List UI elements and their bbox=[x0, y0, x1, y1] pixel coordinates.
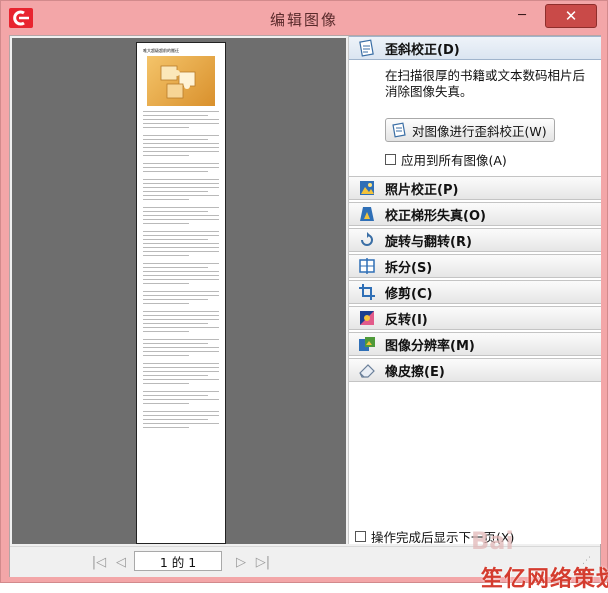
rotate-icon bbox=[357, 231, 377, 249]
section-label: 反转(I) bbox=[385, 312, 428, 328]
section-resolution[interactable]: 图像分辨率(M) bbox=[349, 332, 601, 356]
section-keystone-correction[interactable]: 校正梯形失真(O) bbox=[349, 202, 601, 226]
section-label: 旋转与翻转(R) bbox=[385, 234, 472, 250]
skew-panel: 在扫描很厚的书籍或文本数码相片后消除图像失真。 对图像进行歪斜校正(W) 应用到… bbox=[349, 60, 601, 180]
puzzle-image bbox=[147, 56, 215, 106]
last-page-button[interactable]: ▷| bbox=[254, 554, 272, 570]
section-label: 照片校正(P) bbox=[385, 182, 459, 198]
watermark-brand: 笙亿网络策划 bbox=[481, 567, 608, 592]
section-label: 校正梯形失真(O) bbox=[385, 208, 486, 224]
client-area: 唯大超级超前的搬迁 歪斜校正(D) 在扫描很厚的书籍或文本数码相片后消除图像失真… bbox=[9, 35, 601, 577]
prev-page-button[interactable]: ◁ bbox=[112, 554, 130, 570]
trapezoid-icon bbox=[357, 205, 377, 223]
section-skew-correction[interactable]: 歪斜校正(D) bbox=[349, 36, 601, 60]
skew-correct-icon bbox=[390, 121, 408, 139]
section-invert[interactable]: 反转(I) bbox=[349, 306, 601, 330]
document-page: 唯大超级超前的搬迁 bbox=[136, 42, 226, 544]
apply-all-label: 应用到所有图像(A) bbox=[401, 153, 507, 168]
photo-icon bbox=[357, 179, 377, 197]
page-heading: 唯大超级超前的搬迁 bbox=[143, 48, 179, 53]
watermark-faint: Bai bbox=[471, 527, 514, 555]
editor-window: 编辑图像 ─ □ ✕ 唯大超级超前的搬迁 bbox=[0, 0, 608, 592]
title-bar[interactable]: 编辑图像 ─ □ ✕ bbox=[1, 1, 607, 35]
minimize-button[interactable]: ─ bbox=[509, 5, 535, 25]
skew-description: 在扫描很厚的书籍或文本数码相片后消除图像失真。 bbox=[385, 68, 586, 99]
page-indicator-field[interactable]: 1 的 1 bbox=[134, 551, 222, 571]
section-label: 修剪(C) bbox=[385, 286, 433, 302]
skew-icon bbox=[357, 39, 377, 57]
section-label: 图像分辨率(M) bbox=[385, 338, 475, 354]
apply-skew-label: 对图像进行歪斜校正(W) bbox=[412, 123, 547, 139]
show-next-page-checkbox[interactable] bbox=[355, 531, 366, 542]
apply-all-checkbox[interactable] bbox=[385, 154, 396, 165]
tools-sidebar: 歪斜校正(D) 在扫描很厚的书籍或文本数码相片后消除图像失真。 对图像进行歪斜校… bbox=[348, 36, 601, 545]
apply-all-checkbox-row[interactable]: 应用到所有图像(A) bbox=[385, 150, 507, 169]
split-icon bbox=[357, 257, 377, 275]
section-crop[interactable]: 修剪(C) bbox=[349, 280, 601, 304]
first-page-button[interactable]: |◁ bbox=[90, 554, 108, 570]
invert-icon bbox=[357, 309, 377, 327]
section-split[interactable]: 拆分(S) bbox=[349, 254, 601, 278]
crop-icon bbox=[357, 283, 377, 301]
section-label: 橡皮擦(E) bbox=[385, 364, 445, 380]
section-label: 拆分(S) bbox=[385, 260, 433, 276]
section-rotate-flip[interactable]: 旋转与翻转(R) bbox=[349, 228, 601, 252]
section-photo-correction[interactable]: 照片校正(P) bbox=[349, 176, 601, 200]
image-preview[interactable]: 唯大超级超前的搬迁 bbox=[12, 38, 346, 544]
section-eraser[interactable]: 橡皮擦(E) bbox=[349, 358, 601, 382]
close-button[interactable]: ✕ bbox=[545, 4, 597, 28]
apply-skew-button[interactable]: 对图像进行歪斜校正(W) bbox=[385, 118, 555, 142]
eraser-icon bbox=[357, 361, 377, 379]
page-text-lines bbox=[143, 111, 219, 431]
section-label: 歪斜校正(D) bbox=[385, 42, 460, 58]
next-page-button[interactable]: ▷ bbox=[232, 554, 250, 570]
resolution-icon bbox=[357, 335, 377, 353]
